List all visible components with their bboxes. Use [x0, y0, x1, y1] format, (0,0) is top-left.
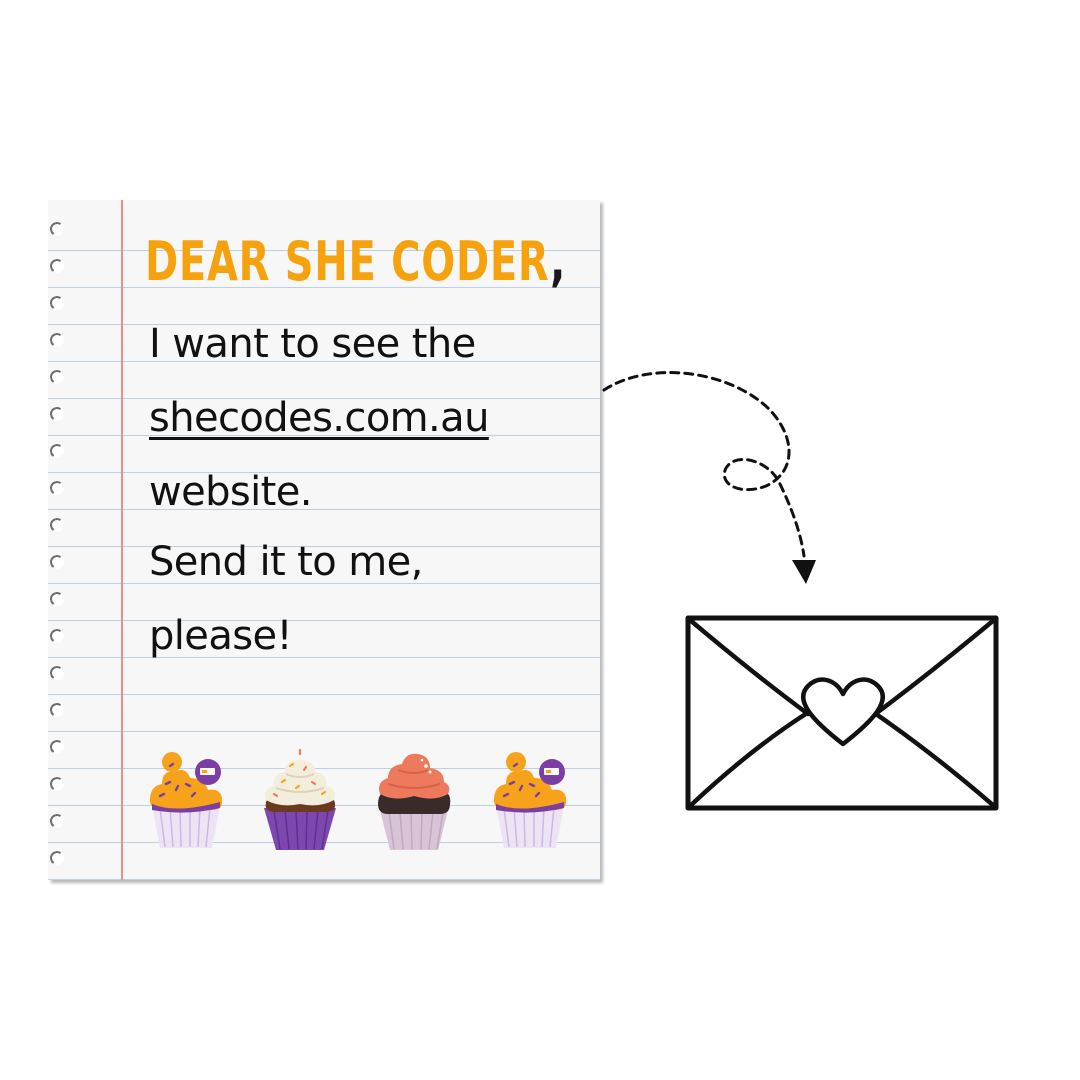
binder-hole [48, 257, 66, 275]
binder-hole [48, 775, 66, 793]
vanilla-sprinkle-cupcake-icon [264, 748, 336, 850]
binder-hole [48, 590, 66, 608]
binder-hole [48, 479, 66, 497]
greeting-comma: , [550, 230, 567, 293]
envelope-heart-icon [685, 615, 999, 811]
binder-hole [48, 516, 66, 534]
binder-hole [48, 553, 66, 571]
binder-hole [48, 331, 66, 349]
binder-hole [48, 368, 66, 386]
letter-line-2: shecodes.com.au [149, 394, 489, 442]
letter-line-1: I want to see the [149, 321, 476, 367]
binder-hole [48, 627, 66, 645]
coral-chocolate-cupcake-icon [378, 753, 451, 850]
binder-hole [48, 701, 66, 719]
orange-purple-cupcake-icon [150, 752, 223, 848]
dashed-arrow-icon [602, 371, 816, 584]
greeting-text: DEAR SHE CODER [145, 230, 551, 293]
binder-hole [48, 294, 66, 312]
margin-line [121, 200, 123, 880]
letter-line-5: please! [149, 613, 293, 659]
notebook-paper: DEAR SHE CODER, I want to see the shecod… [48, 200, 600, 880]
binder-hole [48, 442, 66, 460]
letter-line-4: Send it to me, [149, 539, 423, 585]
letter-greeting: DEAR SHE CODER, [145, 226, 566, 298]
binder-hole [48, 849, 66, 867]
letter-line-3: website. [149, 469, 312, 515]
binder-hole [48, 738, 66, 756]
orange-purple-cupcake-icon [494, 752, 567, 848]
binder-hole [48, 405, 66, 423]
binder-hole [48, 812, 66, 830]
binder-hole [48, 220, 66, 238]
website-link[interactable]: shecodes.com.au [149, 395, 489, 441]
binder-hole [48, 664, 66, 682]
